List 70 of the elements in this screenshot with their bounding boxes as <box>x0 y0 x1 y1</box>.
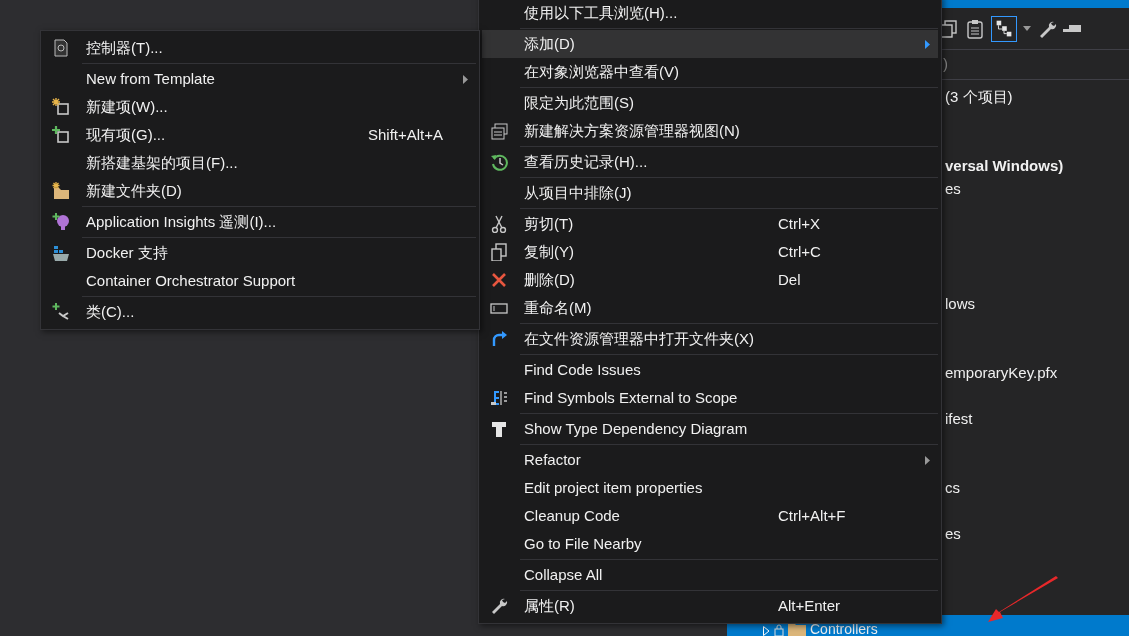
lightbulb-icon <box>52 213 70 231</box>
menu-item[interactable]: 现有项(G)... Shift+Alt+A <box>44 121 476 149</box>
scissors-icon <box>490 215 508 233</box>
tree-item-label[interactable]: lows <box>945 296 975 313</box>
submenu-arrow-icon <box>463 75 468 84</box>
menu-item[interactable]: 类(C)... <box>44 298 476 326</box>
copy-icon <box>490 243 508 261</box>
menu-item[interactable]: 新建解决方案资源管理器视图(N) <box>482 117 938 145</box>
menu-item[interactable]: 复制(Y) Ctrl+C <box>482 238 938 266</box>
menu-item[interactable]: 添加(D) <box>482 30 938 58</box>
menu-item[interactable]: 重命名(M) <box>482 294 938 322</box>
menu-item[interactable]: 限定为此范围(S) <box>482 89 938 117</box>
type-icon <box>490 420 508 438</box>
menu-item[interactable]: Find Code Issues <box>482 356 938 384</box>
menu-item[interactable]: 新建项(W)... <box>44 93 476 121</box>
delete-icon <box>490 271 508 289</box>
menu-item[interactable]: Collapse All <box>482 561 938 589</box>
windows-icon <box>490 122 508 140</box>
wrench-icon <box>490 597 508 615</box>
menu-item[interactable]: 控制器(T)... <box>44 34 476 62</box>
page-icon <box>52 39 70 57</box>
shortcut-text: Ctrl+C <box>778 241 821 262</box>
submenu-arrow-icon <box>925 40 930 49</box>
menu-item[interactable]: Edit project item properties <box>482 474 938 502</box>
tree-item-label[interactable]: es <box>945 526 961 543</box>
menu-item[interactable]: New from Template <box>44 65 476 93</box>
expand-arrow-icon <box>763 626 770 636</box>
hierarchy-icon[interactable] <box>991 15 1017 42</box>
menu-item[interactable]: 删除(D) Del <box>482 266 938 294</box>
symbols-icon <box>490 389 508 407</box>
shortcut-text: Del <box>778 269 801 290</box>
tree-item-label[interactable]: emporaryKey.pfx <box>945 365 1058 382</box>
menu-item[interactable]: Go to File Nearby <box>482 530 938 558</box>
submenu-arrow-icon <box>925 456 930 465</box>
docker-icon <box>52 244 70 262</box>
menu-item[interactable]: Find Symbols External to Scope <box>482 384 938 412</box>
annotation-arrow <box>988 576 1060 624</box>
new-item-icon <box>52 98 70 116</box>
menu-item[interactable]: 剪切(T) Ctrl+X <box>482 210 938 238</box>
tree-item-label[interactable]: (3 个项目) <box>945 89 1013 106</box>
curved-arrow-icon <box>490 330 508 348</box>
menu-item[interactable]: 使用以下工具浏览(H)... <box>482 0 938 27</box>
tree-item-label[interactable]: ifest <box>945 411 973 428</box>
menu-item[interactable]: 新建文件夹(D) <box>44 177 476 205</box>
tree-item-label[interactable]: versal Windows) <box>945 158 1064 175</box>
caret-icon <box>1023 26 1031 31</box>
menu-item[interactable]: 在对象浏览器中查看(V) <box>482 58 938 86</box>
menu-item[interactable]: Cleanup Code Ctrl+Alt+F <box>482 502 938 530</box>
menu-item[interactable]: 新搭建基架的项目(F)... <box>44 149 476 177</box>
new-folder-icon <box>52 182 70 200</box>
menu-item[interactable]: Docker 支持 <box>44 239 476 267</box>
menu-item[interactable]: Show Type Dependency Diagram <box>482 415 938 443</box>
shortcut-text: Shift+Alt+A <box>368 124 444 145</box>
shortcut-text: Ctrl+Alt+F <box>778 505 846 526</box>
shortcut-text: Alt+Enter <box>778 595 841 616</box>
menu-item[interactable]: 在文件资源管理器中打开文件夹(X) <box>482 325 938 353</box>
menu-item[interactable]: 从项目中排除(J) <box>482 179 938 207</box>
tree-item-label: Controllers <box>810 622 878 636</box>
shortcut-text: Ctrl+X <box>778 213 821 234</box>
menu-item[interactable]: Application Insights 遥测(I)... <box>44 208 476 236</box>
add-item-icon <box>52 126 70 144</box>
tree-item-label[interactable]: es <box>945 181 961 198</box>
lock-icon <box>774 624 784 636</box>
history-icon <box>490 153 508 171</box>
tree-item-label[interactable]: cs <box>945 480 960 497</box>
menu-item[interactable]: Container Orchestrator Support <box>44 267 476 295</box>
search-text: ) <box>943 54 948 75</box>
menu-item[interactable]: 查看历史记录(H)... <box>482 148 938 176</box>
clipboard-icon <box>965 18 985 39</box>
menu-item[interactable]: Refactor <box>482 446 938 474</box>
